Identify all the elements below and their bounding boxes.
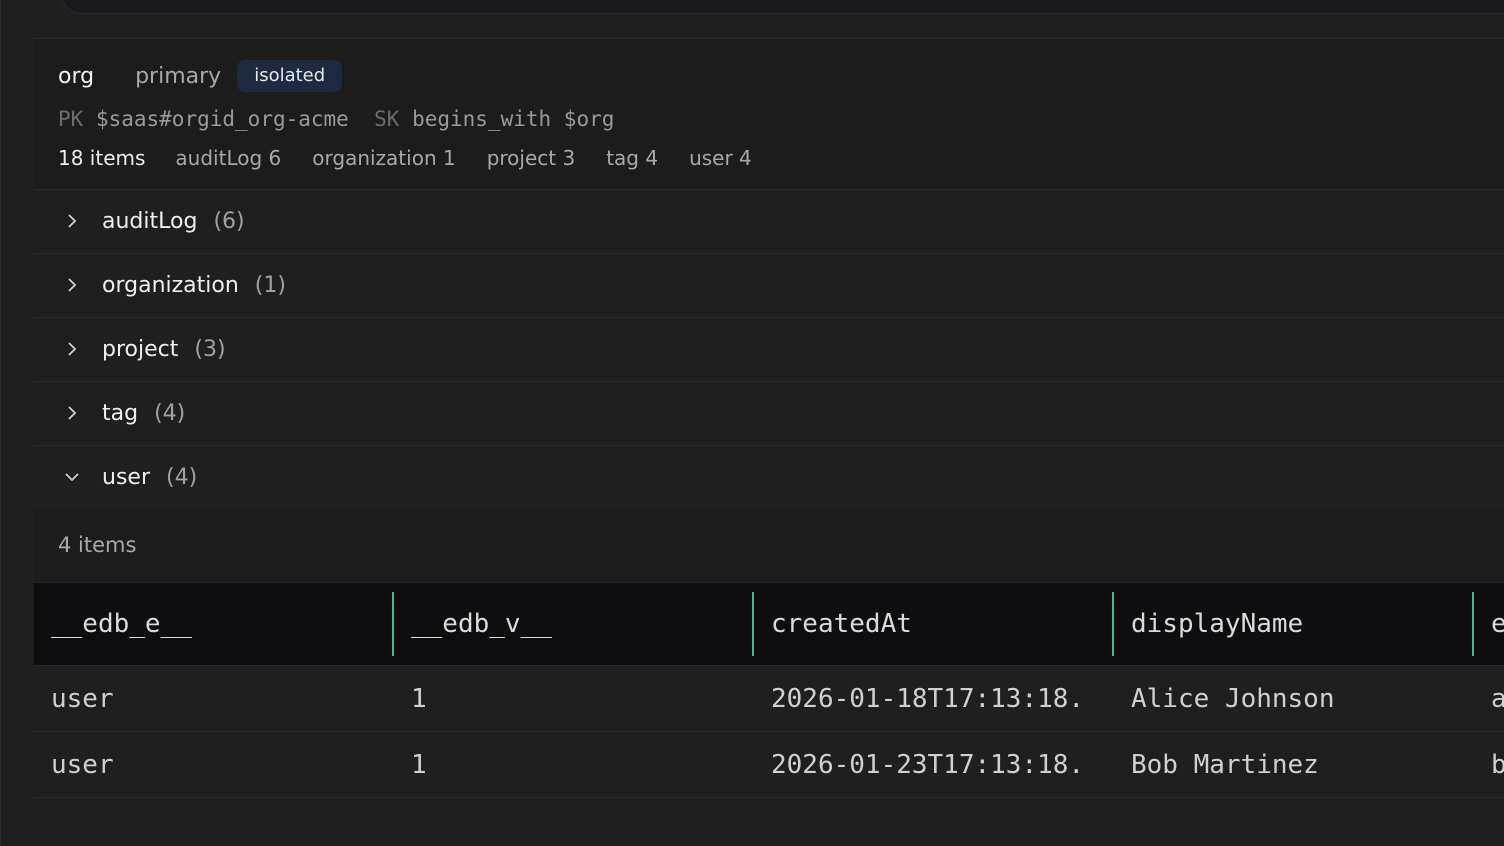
type-count-user: user 4 <box>689 146 752 170</box>
group-count: (3) <box>194 336 226 362</box>
group-count: (4) <box>166 464 198 490</box>
top-card-edge <box>60 0 1504 14</box>
total-items-count: 18 items <box>58 146 146 170</box>
pk-value: $saas#orgid_org-acme <box>95 107 349 131</box>
key-condition: PK $saas#orgid_org-acme SK begins_with $… <box>58 107 614 131</box>
table-header: __edb_e__ __edb_v__ createdAt displayNam… <box>34 583 1504 666</box>
pk-label: PK <box>58 107 84 131</box>
sk-value: begins_with $org <box>412 107 615 131</box>
group-row-auditlog[interactable]: auditLog (6) <box>34 189 1504 254</box>
left-rail <box>0 0 1 846</box>
group-count: (4) <box>154 400 186 426</box>
column-header[interactable]: __edb_e__ <box>34 583 394 665</box>
table-row[interactable]: user 1 2026-01-18T17:13:18. Alice Johnso… <box>34 666 1504 732</box>
items-summary-bar: 4 items <box>34 508 1504 582</box>
counts-row: 18 items auditLog 6 organization 1 proje… <box>58 146 783 170</box>
chevron-down-icon <box>62 467 82 487</box>
chevron-right-icon <box>62 339 82 359</box>
type-count-project: project 3 <box>486 146 576 170</box>
entity-header: org primary isolated PK $saas#orgid_org-… <box>34 38 1504 190</box>
title-row: org primary isolated <box>58 60 343 92</box>
column-header[interactable]: createdAt <box>754 583 1114 665</box>
table-cell: 1 <box>411 749 427 780</box>
table-cell: Alice Johnson <box>1131 683 1335 714</box>
table-cell: 2026-01-18T17:13:18. <box>771 683 1085 714</box>
group-row-tag[interactable]: tag (4) <box>34 381 1504 446</box>
column-header[interactable]: displayName <box>1114 583 1474 665</box>
chevron-right-icon <box>62 403 82 423</box>
table-cell: a <box>1491 683 1504 714</box>
type-count-organization: organization 1 <box>312 146 456 170</box>
entity-panel: org primary isolated PK $saas#orgid_org-… <box>34 38 1504 798</box>
type-count-tag: tag 4 <box>606 146 659 170</box>
items-count-label: 4 items <box>58 533 137 557</box>
table-row[interactable]: user 1 2026-01-23T17:13:18. Bob Martinez… <box>34 732 1504 798</box>
group-name: auditLog <box>102 208 198 234</box>
entity-name: org <box>58 63 95 89</box>
group-row-project[interactable]: project (3) <box>34 317 1504 382</box>
sk-label: SK <box>374 107 400 131</box>
isolated-badge: isolated <box>237 60 343 92</box>
group-row-user[interactable]: user (4) <box>34 445 1504 510</box>
chevron-right-icon <box>62 211 82 231</box>
table-cell: user <box>51 683 114 714</box>
group-count: (6) <box>213 208 245 234</box>
group-count: (1) <box>254 272 286 298</box>
group-name: project <box>102 336 179 362</box>
table-cell: Bob Martinez <box>1131 749 1319 780</box>
items-table: __edb_e__ __edb_v__ createdAt displayNam… <box>34 583 1504 798</box>
table-cell: 2026-01-23T17:13:18. <box>771 749 1085 780</box>
group-name: tag <box>102 400 139 426</box>
column-header[interactable]: e <box>1474 583 1504 665</box>
table-cell: b <box>1491 749 1504 780</box>
group-row-organization[interactable]: organization (1) <box>34 253 1504 318</box>
type-count-auditlog: auditLog 6 <box>175 146 282 170</box>
table-cell: user <box>51 749 114 780</box>
table-cell: 1 <box>411 683 427 714</box>
chevron-right-icon <box>62 275 82 295</box>
group-name: user <box>102 464 150 490</box>
index-name: primary <box>135 63 222 89</box>
group-name: organization <box>102 272 239 298</box>
column-header[interactable]: __edb_v__ <box>394 583 754 665</box>
